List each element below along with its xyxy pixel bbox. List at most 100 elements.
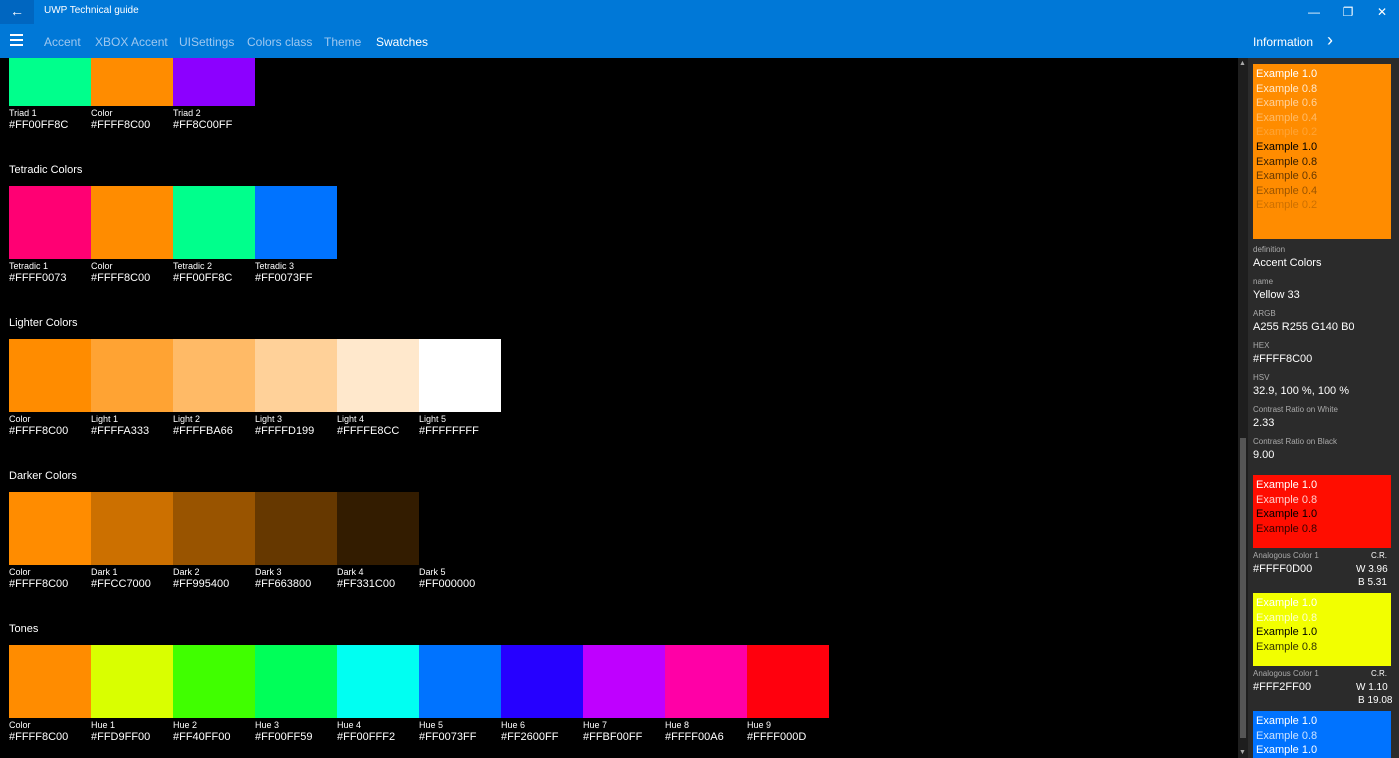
example-text: Example 0.8: [1256, 155, 1318, 168]
minimize-button[interactable]: —: [1297, 0, 1331, 24]
scroll-thumb[interactable]: [1240, 438, 1246, 738]
swatch-label: Light 4: [337, 414, 365, 424]
swatch-label: Tetradic 1: [9, 261, 49, 271]
scroll-up-icon[interactable]: ▲: [1239, 60, 1246, 67]
swatch-color-block[interactable]: [173, 186, 255, 259]
swatch-color-block[interactable]: [419, 339, 501, 412]
swatch-color-block[interactable]: [91, 339, 173, 412]
property-key: HEX: [1253, 341, 1270, 350]
color-swatch[interactable]: Color #FFFF8C00: [9, 339, 91, 438]
property-key: definition: [1253, 245, 1286, 254]
color-swatch[interactable]: Dark 3 #FF663800: [255, 492, 337, 591]
swatch-color-block[interactable]: [337, 492, 419, 565]
color-swatch[interactable]: Hue 8 #FFFF00A6: [665, 645, 747, 744]
swatch-hex: #FFFF8C00: [91, 119, 151, 131]
example-text: Example 0.8: [1256, 82, 1318, 95]
swatch-color-block[interactable]: [91, 186, 173, 259]
color-swatch[interactable]: Hue 3 #FF00FF59: [255, 645, 337, 744]
swatch-color-block[interactable]: [665, 645, 747, 718]
hamburger-menu-icon[interactable]: [10, 34, 23, 49]
color-swatch[interactable]: Color #FFFF8C00: [91, 58, 173, 132]
swatch-color-block[interactable]: [747, 645, 829, 718]
swatch-color-block[interactable]: [255, 492, 337, 565]
color-swatch[interactable]: Color #FFFF8C00: [9, 492, 91, 591]
color-swatch[interactable]: Dark 4 #FF331C00: [337, 492, 419, 591]
example-text: Example 0.6: [1256, 170, 1318, 183]
color-swatch[interactable]: Hue 9 #FFFF000D: [747, 645, 829, 744]
color-swatch[interactable]: Hue 2 #FF40FF00: [173, 645, 255, 744]
swatch-color-block[interactable]: [91, 58, 173, 106]
swatch-color-block[interactable]: [9, 58, 91, 106]
swatch-color-block[interactable]: [173, 492, 255, 565]
tab-theme[interactable]: Theme: [324, 35, 361, 49]
color-swatch[interactable]: Dark 5 #FF000000: [419, 492, 501, 591]
swatch-color-block[interactable]: [9, 339, 91, 412]
color-swatch[interactable]: Hue 6 #FF2600FF: [501, 645, 583, 744]
color-swatch[interactable]: Dark 1 #FFCC7000: [91, 492, 173, 591]
color-swatch[interactable]: Triad 2 #FF8C00FF: [173, 58, 255, 132]
swatch-color-block[interactable]: [91, 492, 173, 565]
color-swatch[interactable]: Light 2 #FFFFBA66: [173, 339, 255, 438]
color-swatch[interactable]: Color #FFFF8C00: [91, 186, 173, 285]
color-swatch[interactable]: Hue 5 #FF0073FF: [419, 645, 501, 744]
main-scrollbar[interactable]: ▲ ▼: [1238, 58, 1248, 758]
property-key: HSV: [1253, 373, 1270, 382]
swatch-label: Dark 4: [337, 567, 364, 577]
swatch-color-block[interactable]: [91, 645, 173, 718]
swatch-label: Hue 8: [665, 720, 690, 730]
color-swatch[interactable]: Hue 7 #FFBF00FF: [583, 645, 665, 744]
swatch-hex: #FF331C00: [337, 578, 396, 590]
color-swatch[interactable]: Dark 2 #FF995400: [173, 492, 255, 591]
tab-accent[interactable]: Accent: [44, 35, 81, 49]
swatch-hex: #FFFFE8CC: [337, 425, 400, 437]
color-swatch[interactable]: Hue 1 #FFD9FF00: [91, 645, 173, 744]
restore-button[interactable]: ❐: [1331, 0, 1365, 24]
chevron-right-icon[interactable]: ›: [1327, 30, 1333, 51]
color-swatch[interactable]: Light 5 #FFFFFFFF: [419, 339, 501, 438]
back-button[interactable]: ←: [0, 0, 34, 24]
swatch-hex: #FFD9FF00: [91, 731, 151, 743]
swatch-color-block[interactable]: [501, 645, 583, 718]
swatch-color-block[interactable]: [255, 339, 337, 412]
swatch-color-block[interactable]: [583, 645, 665, 718]
swatch-hex: #FFBF00FF: [583, 731, 643, 743]
swatch-color-block[interactable]: [173, 339, 255, 412]
color-swatch[interactable]: Light 4 #FFFFE8CC: [337, 339, 419, 438]
swatch-hex: #FF0073FF: [419, 731, 477, 743]
swatch-color-block[interactable]: [337, 645, 419, 718]
swatch-color-block[interactable]: [9, 492, 91, 565]
color-swatch[interactable]: Hue 4 #FF00FFF2: [337, 645, 419, 744]
swatch-color-block[interactable]: [9, 186, 91, 259]
color-swatch[interactable]: Tetradic 2 #FF00FF8C: [173, 186, 255, 285]
property-key: name: [1253, 277, 1274, 286]
color-swatch[interactable]: Triad 1 #FF00FF8C: [9, 58, 91, 132]
swatch-color-block[interactable]: [9, 645, 91, 718]
tab-xbox-accent[interactable]: XBOX Accent: [95, 35, 168, 49]
swatch-hex: #FFFF000D: [747, 731, 807, 743]
tab-colors-class[interactable]: Colors class: [247, 35, 312, 49]
swatch-color-block[interactable]: [255, 186, 337, 259]
tab-uisettings[interactable]: UISettings: [179, 35, 234, 49]
swatch-color-block[interactable]: [173, 645, 255, 718]
color-swatch[interactable]: Tetradic 1 #FFFF0073: [9, 186, 91, 285]
swatch-color-block[interactable]: [173, 58, 255, 106]
swatch-color-block[interactable]: [419, 645, 501, 718]
swatch-hex: #FFFF8C00: [9, 731, 69, 743]
color-swatch[interactable]: Tetradic 3 #FF0073FF: [255, 186, 337, 285]
swatch-color-block[interactable]: [337, 339, 419, 412]
scroll-down-icon[interactable]: ▼: [1239, 749, 1246, 756]
property-value: #FFFF8C00: [1253, 353, 1313, 365]
tab-swatches[interactable]: Swatches: [376, 35, 428, 49]
color-swatch[interactable]: Light 3 #FFFFD199: [255, 339, 337, 438]
swatch-label: Color: [91, 108, 113, 118]
swatch-hex: #FF663800: [255, 578, 312, 590]
color-swatch[interactable]: Color #FFFF8C00: [9, 645, 91, 744]
swatch-label: Dark 3: [255, 567, 282, 577]
color-swatch[interactable]: Light 1 #FFFFA333: [91, 339, 173, 438]
swatch-color-block[interactable]: [255, 645, 337, 718]
contrast-white-value: W 1.10: [1356, 682, 1388, 693]
swatch-hex: #FFFFD199: [255, 425, 315, 437]
app-title: UWP Technical guide: [44, 5, 139, 16]
close-button[interactable]: ✕: [1365, 0, 1399, 24]
swatch-color-block[interactable]: [419, 492, 501, 565]
